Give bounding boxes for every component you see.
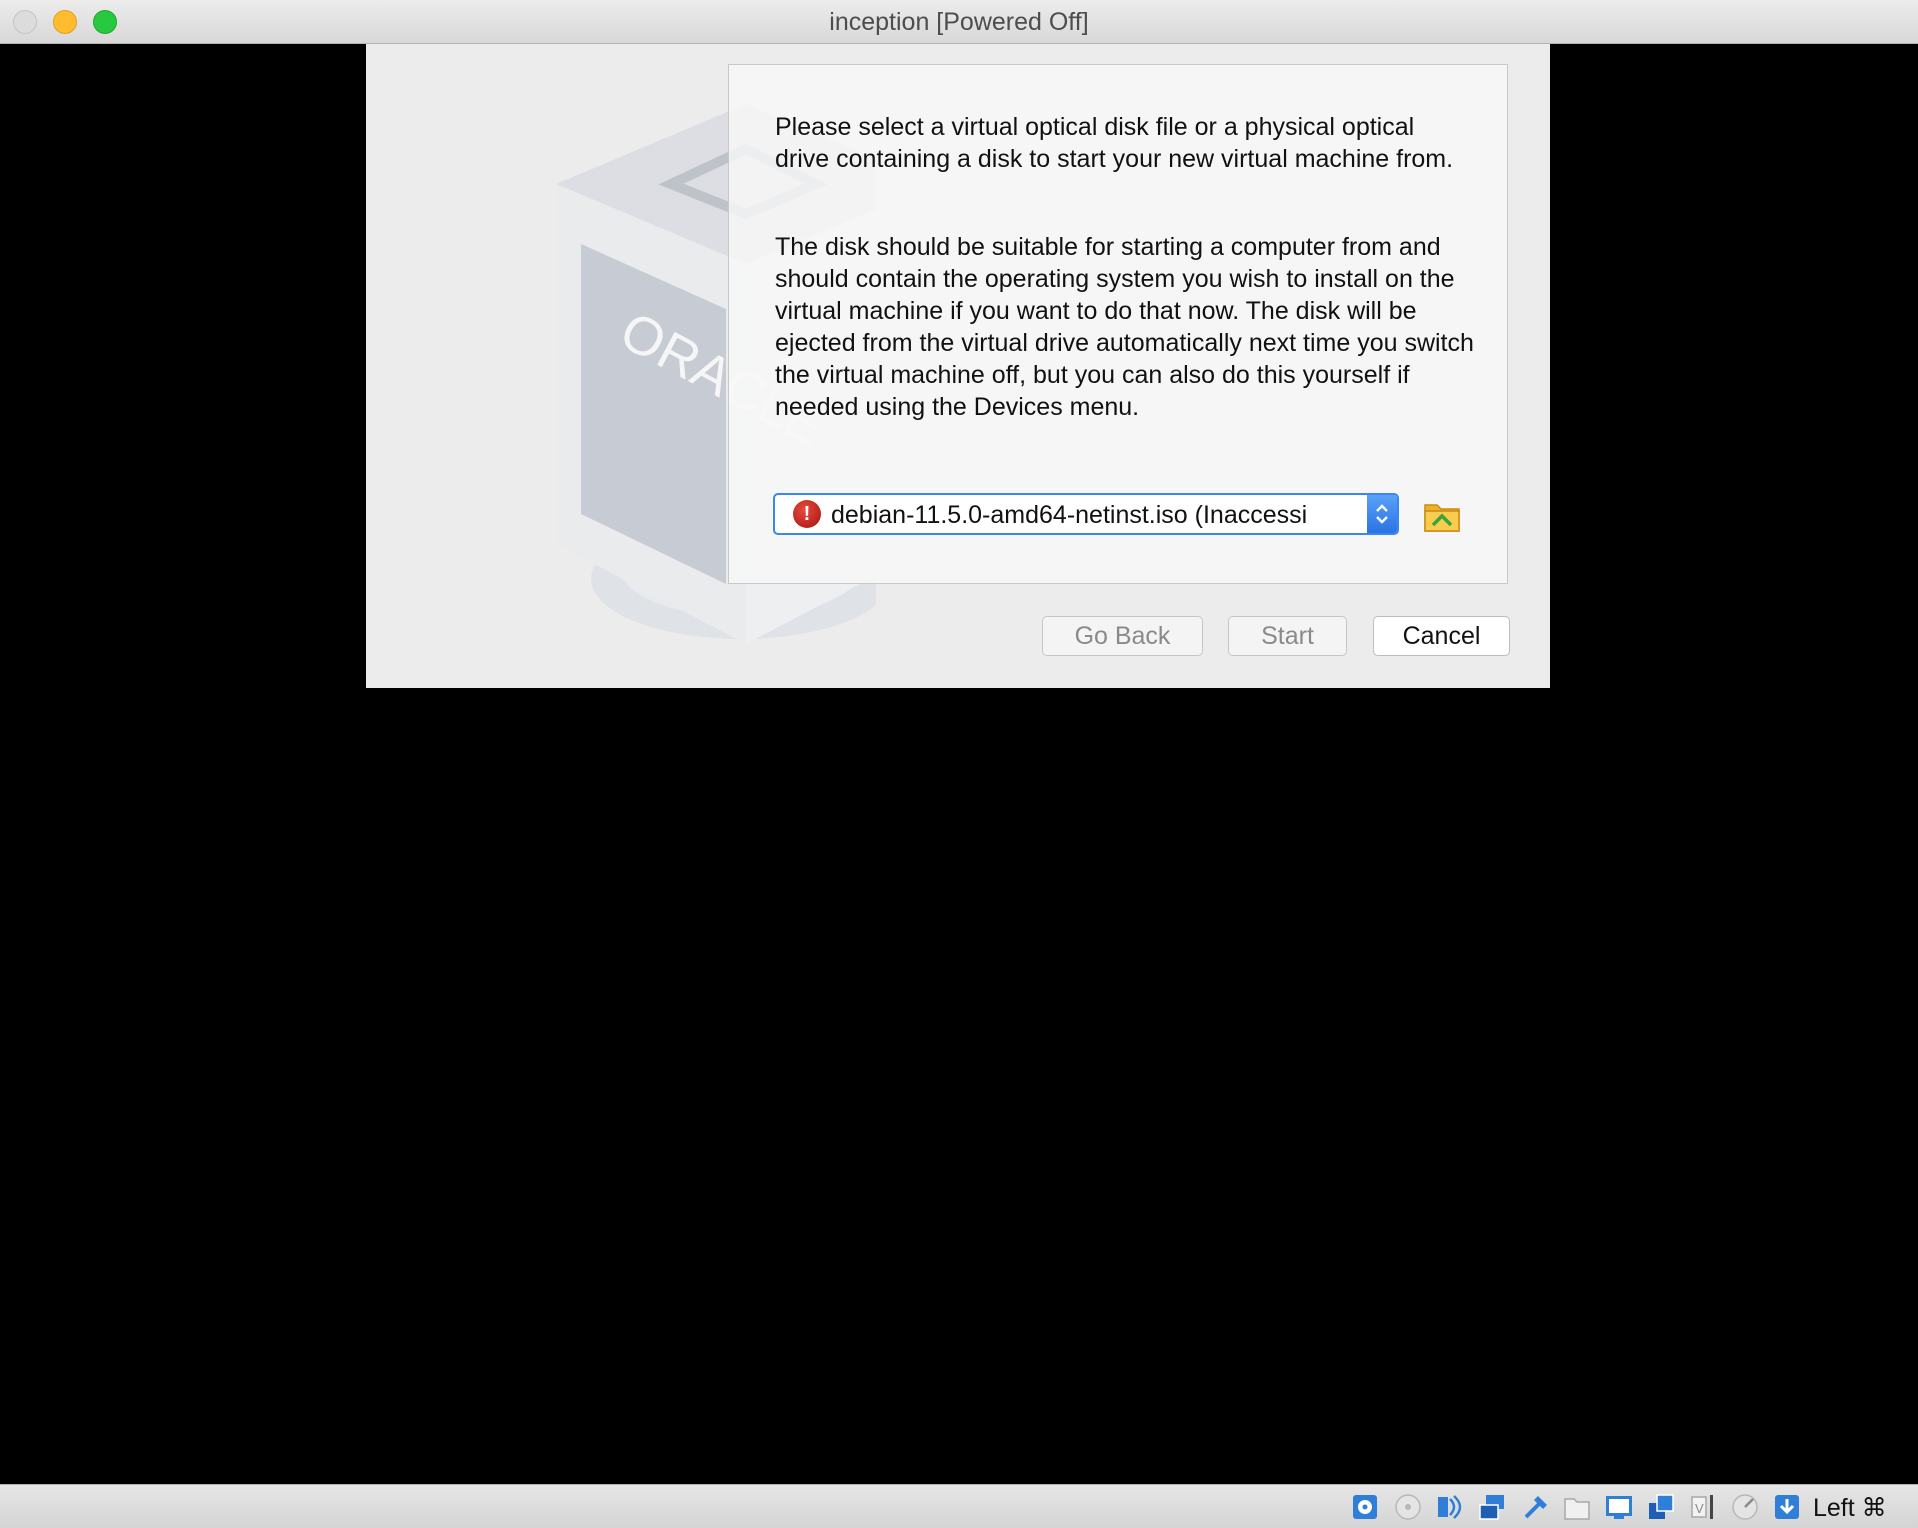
cpu-icon[interactable] bbox=[1730, 1493, 1760, 1521]
disk-selector-combobox[interactable]: ! debian-11.5.0-amd64-netinst.iso (Inacc… bbox=[773, 493, 1399, 535]
recording-icon[interactable]: V bbox=[1688, 1493, 1718, 1521]
go-back-button[interactable]: Go Back bbox=[1042, 616, 1203, 656]
network-icon[interactable] bbox=[1477, 1493, 1507, 1521]
display-icon[interactable] bbox=[1604, 1493, 1634, 1521]
video-capture-icon[interactable] bbox=[1647, 1493, 1677, 1521]
hard-disk-icon[interactable] bbox=[1350, 1493, 1380, 1521]
cancel-button[interactable]: Cancel bbox=[1373, 616, 1510, 656]
usb-icon[interactable] bbox=[1520, 1493, 1550, 1521]
shared-folders-icon[interactable] bbox=[1562, 1493, 1592, 1521]
audio-icon[interactable] bbox=[1435, 1493, 1465, 1521]
choose-disk-folder-icon[interactable] bbox=[1423, 497, 1461, 533]
host-key-label[interactable]: Left ⌘ bbox=[1813, 1493, 1887, 1523]
vm-window: inception [Powered Off] ORACLE Please se… bbox=[0, 0, 1918, 1528]
start-button[interactable]: Start bbox=[1228, 616, 1347, 656]
instruction-text: Please select a virtual optical disk fil… bbox=[775, 113, 1454, 173]
disk-help-text: The disk should be suitable for starting… bbox=[775, 233, 1474, 421]
selected-disk-label: debian-11.5.0-amd64-netinst.iso (Inacces… bbox=[831, 501, 1308, 529]
vm-status-bar: V Left ⌘ bbox=[0, 1484, 1918, 1528]
window-title: inception [Powered Off] bbox=[829, 8, 1089, 36]
svg-text:V: V bbox=[1695, 1501, 1704, 1516]
updown-chevron-icon[interactable] bbox=[1367, 495, 1397, 533]
optical-disk-icon[interactable] bbox=[1393, 1493, 1423, 1521]
error-icon: ! bbox=[793, 500, 821, 528]
wizard-content-panel: Please select a virtual optical disk fil… bbox=[728, 64, 1508, 584]
mouse-integration-icon[interactable] bbox=[1772, 1493, 1802, 1521]
start-disk-wizard: ORACLE Please select a virtual optical d… bbox=[366, 44, 1550, 688]
title-bar[interactable]: inception [Powered Off] bbox=[0, 0, 1918, 44]
